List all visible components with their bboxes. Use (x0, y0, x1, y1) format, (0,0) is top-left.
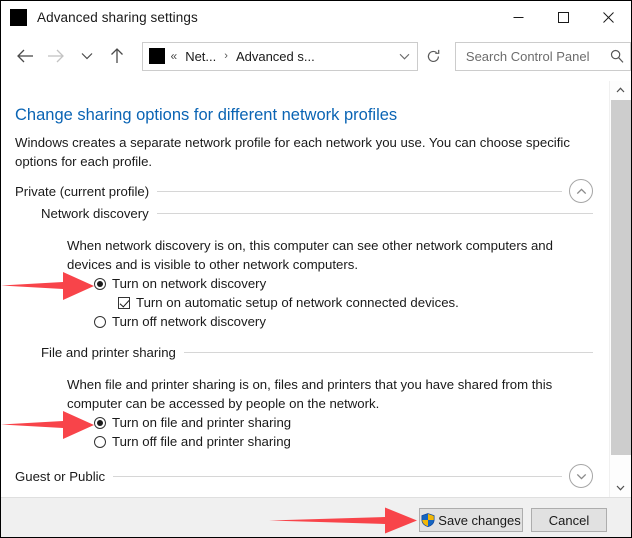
address-bar[interactable]: « Net... › Advanced s... (141, 41, 419, 71)
radio-label: Turn off file and printer sharing (112, 434, 291, 449)
radio-label: Turn on network discovery (112, 276, 267, 291)
radio-indicator[interactable] (94, 416, 106, 429)
advanced-sharing-settings-window: Advanced sharing settings « Net... › Adv… (0, 0, 632, 538)
title-bar: Advanced sharing settings (1, 1, 631, 33)
section-header-file-printer-sharing: File and printer sharing (41, 345, 593, 360)
radio-indicator[interactable] (94, 277, 106, 290)
section-header-network-discovery: Network discovery (41, 206, 593, 221)
up-arrow-icon[interactable] (102, 41, 133, 71)
settings-content-pane: Change sharing options for different net… (1, 81, 609, 497)
back-arrow-icon[interactable] (10, 41, 41, 71)
window-title: Advanced sharing settings (37, 9, 198, 25)
section-description-network-discovery: When network discovery is on, this compu… (67, 238, 553, 272)
divider (113, 475, 562, 477)
scroll-down-chevron-down-icon[interactable] (610, 479, 631, 497)
forward-arrow-icon (41, 41, 72, 71)
breadcrumb-segment-advanced[interactable]: Advanced s... (236, 49, 315, 64)
checkbox-indicator[interactable] (118, 296, 130, 309)
radio-turn-off-network-discovery[interactable]: Turn off network discovery (94, 314, 266, 329)
radio-label: Turn on file and printer sharing (112, 415, 292, 430)
profile-group-guest-public[interactable]: Guest or Public (15, 464, 593, 488)
radio-turn-off-file-printer-sharing[interactable]: Turn off file and printer sharing (94, 434, 291, 449)
breadcrumb-separator: › (224, 50, 228, 62)
cancel-label: Cancel (548, 512, 590, 528)
address-chevron-down-icon[interactable] (391, 43, 417, 70)
profile-group-private[interactable]: Private (current profile) (15, 179, 593, 203)
cancel-button[interactable]: Cancel (531, 508, 607, 532)
breadcrumb-overflow[interactable]: « (171, 49, 178, 63)
search-input[interactable] (463, 47, 605, 65)
profile-group-guest-public-label: Guest or Public (15, 468, 106, 484)
profile-group-private-label: Private (current profile) (15, 183, 150, 199)
divider (156, 213, 593, 214)
radio-label: Turn off network discovery (112, 314, 266, 329)
search-icon[interactable] (604, 43, 630, 70)
profile-private-chevron-up-icon[interactable] (569, 179, 593, 203)
search-box[interactable] (454, 41, 631, 71)
save-changes-button[interactable]: Save changes (419, 508, 523, 532)
maximize-icon[interactable] (541, 1, 586, 33)
recent-locations-chevron-down-icon[interactable] (71, 41, 102, 71)
minimize-icon[interactable] (496, 1, 541, 33)
divider (183, 352, 593, 353)
close-icon[interactable] (586, 1, 631, 33)
radio-indicator[interactable] (94, 435, 106, 448)
page-title: Change sharing options for different net… (15, 106, 398, 124)
breadcrumb-segment-network[interactable]: Net... (185, 49, 216, 64)
radio-indicator[interactable] (94, 315, 106, 328)
radio-turn-on-network-discovery[interactable]: Turn on network discovery (94, 276, 266, 291)
vertical-scrollbar[interactable] (609, 81, 631, 497)
page-description: Windows creates a separate network profi… (15, 135, 570, 169)
profile-guest-chevron-down-icon[interactable] (569, 464, 593, 488)
checkbox-automatic-setup-network-devices[interactable]: Turn on automatic setup of network conne… (118, 295, 459, 310)
section-description-file-printer-sharing: When file and printer sharing is on, fil… (67, 377, 553, 411)
navigation-toolbar: « Net... › Advanced s... (1, 33, 631, 79)
section-title-network-discovery: Network discovery (41, 206, 149, 221)
section-title-file-printer-sharing: File and printer sharing (41, 345, 176, 360)
divider (157, 190, 562, 192)
refresh-icon[interactable] (420, 42, 447, 71)
radio-turn-on-file-printer-sharing[interactable]: Turn on file and printer sharing (94, 415, 291, 430)
checkbox-label: Turn on automatic setup of network conne… (136, 295, 459, 310)
uac-shield-icon (421, 513, 435, 527)
app-icon-redacted (10, 8, 27, 26)
window-controls (496, 1, 631, 33)
save-changes-label: Save changes (438, 512, 521, 528)
scroll-up-chevron-up-icon[interactable] (610, 81, 631, 99)
scrollbar-thumb[interactable] (611, 100, 631, 455)
folder-icon-redacted (148, 48, 165, 64)
